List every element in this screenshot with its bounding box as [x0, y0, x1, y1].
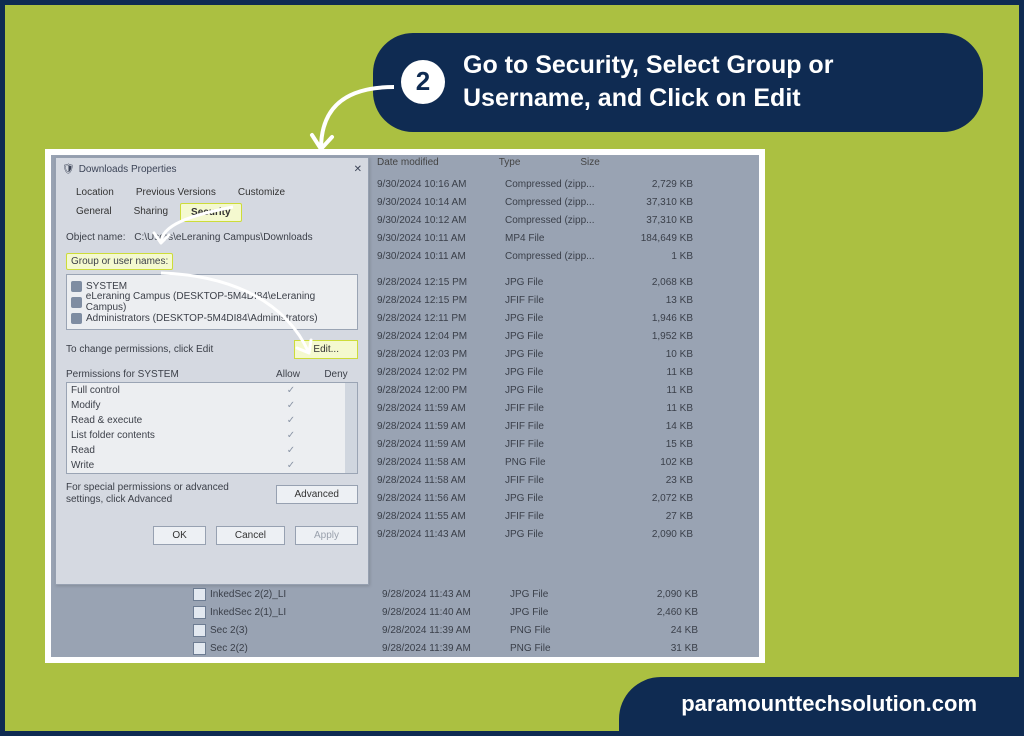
tabs-row-2: General Sharing Security [66, 203, 358, 224]
ok-button[interactable]: OK [153, 526, 205, 545]
check-icon: ✓ [265, 400, 317, 411]
user-icon [71, 281, 82, 292]
list-item-label: SYSTEM [86, 281, 127, 292]
list-item[interactable]: Administrators (DESKTOP-5M4DI84\Administ… [71, 310, 353, 326]
tab-previous-versions[interactable]: Previous Versions [126, 184, 226, 201]
group-usernames-label: Group or user names: [66, 253, 173, 270]
list-item-label: eLeraning Campus (DESKTOP-5M4DI84\eLeran… [86, 291, 353, 313]
object-name-label: Object name: [66, 232, 125, 243]
col-size[interactable]: Size [580, 157, 599, 168]
col-type[interactable]: Type [499, 157, 521, 168]
table-row[interactable]: 9/30/2024 10:12 AMCompressed (zipp...37,… [377, 211, 693, 229]
perm-name: Write [71, 460, 265, 471]
table-row[interactable]: InkedSec 2(1)_LI9/28/2024 11:40 AMJPG Fi… [193, 603, 698, 621]
table-row[interactable]: 9/28/2024 11:59 AMJFIF File14 KB [377, 417, 693, 435]
table-row[interactable]: 9/30/2024 10:14 AMCompressed (zipp...37,… [377, 193, 693, 211]
table-row[interactable]: 9/28/2024 12:02 PMJPG File11 KB [377, 363, 693, 381]
tab-sharing[interactable]: Sharing [124, 203, 178, 222]
tab-customize[interactable]: Customize [228, 184, 295, 201]
table-row[interactable]: Sec 2(1)9/28/2024 11:38 AMPNG File79 KB [193, 657, 698, 663]
instruction-callout: 2 Go to Security, Select Group or Userna… [373, 33, 983, 132]
perm-name: List folder contents [71, 430, 265, 441]
permissions-header: Permissions for SYSTEM [66, 369, 262, 380]
apply-button[interactable]: Apply [295, 526, 358, 545]
group-user-listbox[interactable]: SYSTEM eLeraning Campus (DESKTOP-5M4DI84… [66, 274, 358, 330]
object-name-row: Object name: C:\Users\eLeraning Campus\D… [66, 232, 358, 243]
table-row[interactable]: 9/28/2024 11:43 AMJPG File2,090 KB [377, 525, 693, 543]
file-icon [193, 624, 206, 637]
check-icon: ✓ [265, 385, 317, 396]
file-list: 9/30/2024 10:16 AMCompressed (zipp...2,7… [377, 175, 693, 543]
tab-location[interactable]: Location [66, 184, 124, 201]
file-icon [193, 588, 206, 601]
check-icon: ✓ [265, 445, 317, 456]
scrollbar[interactable] [345, 383, 357, 473]
file-icon [193, 606, 206, 619]
table-row[interactable]: Sec 2(2)9/28/2024 11:39 AMPNG File31 KB [193, 639, 698, 657]
perm-name: Read & execute [71, 415, 265, 426]
table-row[interactable]: 9/28/2024 12:03 PMJPG File10 KB [377, 345, 693, 363]
list-item[interactable]: eLeraning Campus (DESKTOP-5M4DI84\eLeran… [71, 294, 353, 310]
perm-name: Full control [71, 385, 265, 396]
list-item-label: Administrators (DESKTOP-5M4DI84\Administ… [86, 313, 318, 324]
perm-name: Read [71, 445, 265, 456]
table-row[interactable]: 9/28/2024 12:04 PMJPG File1,952 KB [377, 327, 693, 345]
advanced-button[interactable]: Advanced [276, 485, 358, 504]
edit-hint: To change permissions, click Edit [66, 344, 213, 355]
table-row[interactable]: 9/28/2024 12:15 PMJPG File2,068 KB [377, 273, 693, 291]
properties-dialog: 🛡 Downloads Properties ✕ Location Previo… [55, 157, 369, 585]
file-icon [193, 642, 206, 655]
table-row[interactable]: 9/28/2024 12:00 PMJPG File11 KB [377, 381, 693, 399]
col-date[interactable]: Date modified [377, 157, 439, 168]
file-icon [193, 660, 206, 664]
table-row[interactable]: InkedSec 2(2)_LI9/28/2024 11:43 AMJPG Fi… [193, 585, 698, 603]
table-row[interactable]: 9/30/2024 10:11 AMMP4 File184,649 KB [377, 229, 693, 247]
step-number-badge: 2 [401, 60, 445, 104]
instruction-text: Go to Security, Select Group or Username… [463, 49, 955, 114]
table-row[interactable]: 9/30/2024 10:16 AMCompressed (zipp...2,7… [377, 175, 693, 193]
edit-button[interactable]: Edit... [294, 340, 358, 359]
permissions-listbox[interactable]: Full control✓ Modify✓ Read & execute✓ Li… [66, 382, 358, 474]
user-icon [71, 297, 82, 308]
check-icon: ✓ [265, 460, 317, 471]
cancel-button[interactable]: Cancel [216, 526, 285, 545]
table-row[interactable]: 9/28/2024 11:58 AMJFIF File23 KB [377, 471, 693, 489]
close-icon[interactable]: ✕ [354, 164, 362, 175]
dialog-titlebar[interactable]: 🛡 Downloads Properties ✕ [56, 158, 368, 180]
footer-site: paramounttechsolution.com [619, 677, 1019, 731]
file-list-named: InkedSec 2(2)_LI9/28/2024 11:43 AMJPG Fi… [193, 585, 698, 663]
table-row[interactable]: 9/28/2024 11:58 AMPNG File102 KB [377, 453, 693, 471]
table-row[interactable]: 9/28/2024 11:59 AMJFIF File11 KB [377, 399, 693, 417]
perm-name: Modify [71, 400, 265, 411]
table-row[interactable]: 9/30/2024 10:11 AMCompressed (zipp...1 K… [377, 247, 693, 265]
advanced-hint: For special permissions or advanced sett… [66, 482, 268, 506]
tab-security[interactable]: Security [180, 203, 241, 222]
dialog-title: Downloads Properties [79, 164, 177, 175]
table-row[interactable]: 9/28/2024 12:15 PMJFIF File13 KB [377, 291, 693, 309]
table-row[interactable]: Sec 2(3)9/28/2024 11:39 AMPNG File24 KB [193, 621, 698, 639]
table-row[interactable]: 9/28/2024 12:11 PMJPG File1,946 KB [377, 309, 693, 327]
tab-general[interactable]: General [66, 203, 122, 222]
table-row[interactable]: 9/28/2024 11:59 AMJFIF File15 KB [377, 435, 693, 453]
object-path: C:\Users\eLeraning Campus\Downloads [134, 232, 312, 243]
explorer-column-headers: Date modified Type Size [377, 157, 600, 168]
tabs-row-1: Location Previous Versions Customize [66, 184, 358, 203]
deny-header: Deny [314, 369, 358, 380]
screenshot-frame: Date modified Type Size 9/30/2024 10:16 … [45, 149, 765, 663]
shield-icon: 🛡 [62, 164, 75, 175]
check-icon: ✓ [265, 415, 317, 426]
user-icon [71, 313, 82, 324]
check-icon: ✓ [265, 430, 317, 441]
table-row[interactable]: 9/28/2024 11:55 AMJFIF File27 KB [377, 507, 693, 525]
table-row[interactable]: 9/28/2024 11:56 AMJPG File2,072 KB [377, 489, 693, 507]
allow-header: Allow [262, 369, 314, 380]
